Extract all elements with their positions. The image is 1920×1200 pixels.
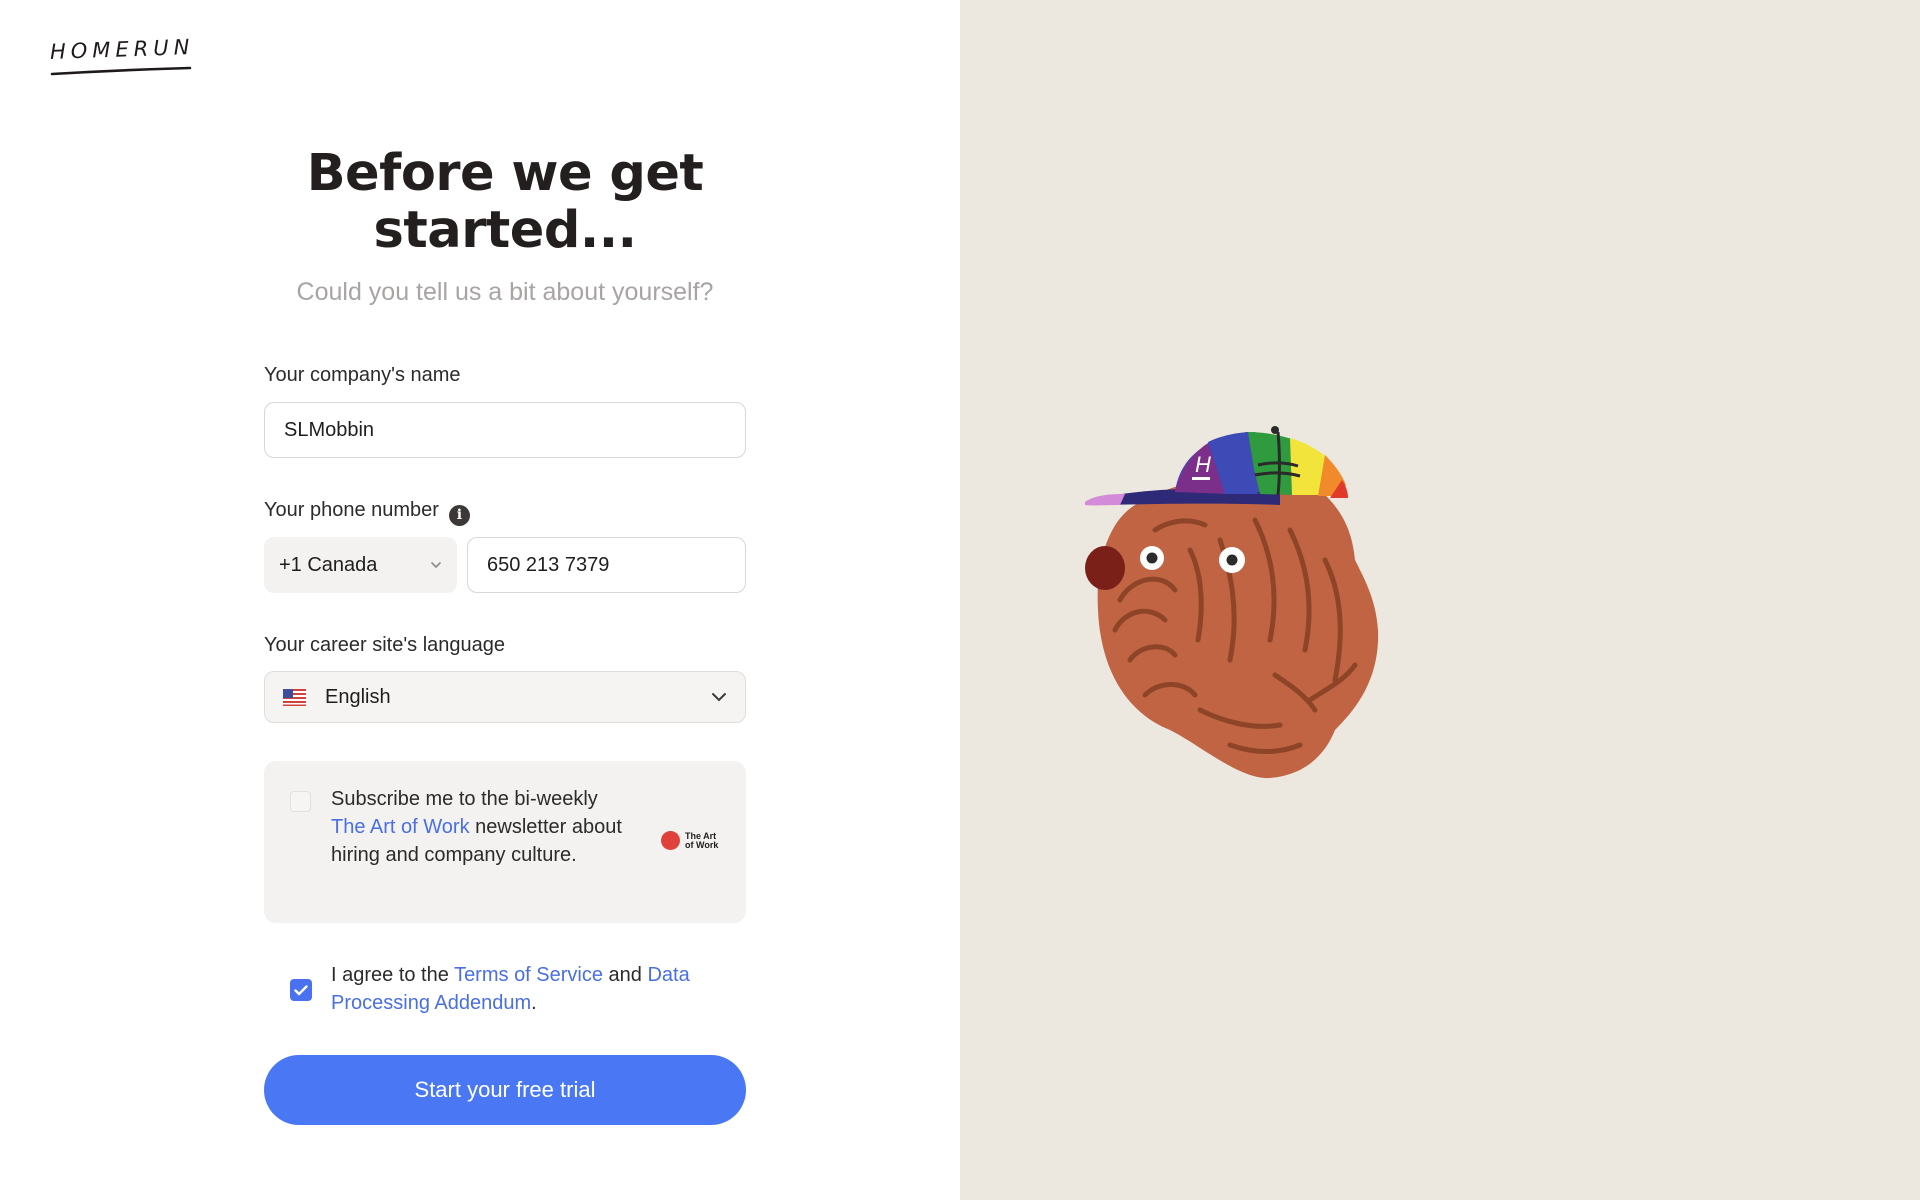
company-name-label: Your company's name <box>264 364 461 386</box>
art-of-work-logo-text: The Art of Work <box>685 831 719 850</box>
homerun-logo[interactable]: HOMERUN <box>50 35 195 78</box>
chevron-down-icon <box>431 562 441 569</box>
language-select[interactable]: English <box>264 671 746 723</box>
terms-checkbox[interactable] <box>290 979 312 1001</box>
country-code-value: +1 Canada <box>279 553 378 576</box>
terms-text-before: I agree to the <box>331 964 455 986</box>
page-subtitle: Could you tell us a bit about yourself? <box>296 278 714 306</box>
newsletter-text-before: Subscribe me to the bi-weekly <box>331 788 598 810</box>
logo-text: HOMERUN <box>49 34 195 64</box>
terms-text-after: . <box>531 992 537 1014</box>
cap-letter: H <box>1195 452 1211 477</box>
country-code-select[interactable]: +1 Canada <box>264 537 457 593</box>
art-of-work-logo: The Art of Work <box>661 831 718 850</box>
company-name-input[interactable]: SLMobbin <box>264 402 746 458</box>
title-line-2: started... <box>373 201 637 260</box>
language-value: English <box>325 685 391 708</box>
terms-text: I agree to the Terms of Service and Data… <box>331 961 731 1017</box>
aow-logo-line-2: of Work <box>685 839 719 850</box>
phone-label: Your phone number <box>264 499 439 521</box>
phone-number-value: 650 213 7379 <box>487 553 610 576</box>
terms-of-service-link[interactable]: Terms of Service <box>454 964 603 986</box>
page-title: Before we get started... <box>264 145 746 259</box>
newsletter-checkbox[interactable] <box>290 791 311 812</box>
chevron-down-icon <box>712 693 726 702</box>
art-of-work-dot-icon <box>661 831 680 850</box>
art-of-work-link[interactable]: The Art of Work <box>331 816 470 838</box>
newsletter-optin-box: Subscribe me to the bi-weekly The Art of… <box>264 761 746 923</box>
us-flag-icon <box>283 688 306 706</box>
terms-text-middle: and <box>603 964 648 986</box>
info-icon[interactable]: i <box>448 504 470 526</box>
company-name-value: SLMobbin <box>284 418 375 441</box>
checkmark-icon <box>294 984 308 995</box>
logo-underline <box>50 66 192 76</box>
phone-label-row: Your phone number i <box>264 499 470 526</box>
newsletter-text: Subscribe me to the bi-weekly The Art of… <box>331 785 631 869</box>
bulldog-illustration: H <box>1085 426 1379 779</box>
phone-number-input[interactable]: 650 213 7379 <box>467 537 746 593</box>
start-free-trial-button[interactable]: Start your free trial <box>264 1055 746 1125</box>
language-label: Your career site's language <box>264 634 506 656</box>
left-pane: HOMERUN Before we get started... Could y… <box>0 0 960 1200</box>
title-line-1: Before we get <box>306 144 704 203</box>
